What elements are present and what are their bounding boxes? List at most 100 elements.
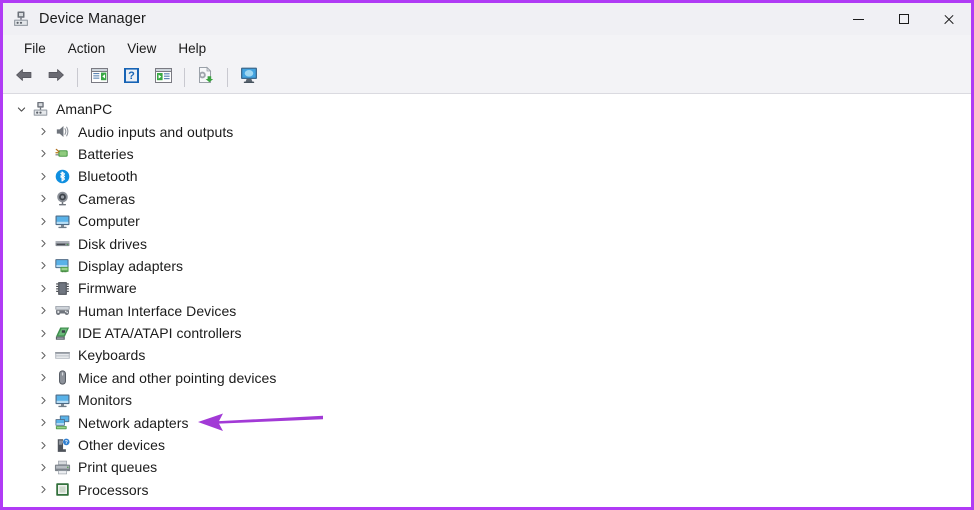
battery-icon: [53, 145, 71, 163]
tree-item-disk-drives[interactable]: Disk drives: [3, 232, 971, 254]
minimize-button[interactable]: [836, 3, 881, 35]
scan-hardware-changes-button[interactable]: [234, 65, 264, 91]
properties-button[interactable]: [148, 65, 178, 91]
tree-item-bluetooth[interactable]: Bluetooth: [3, 165, 971, 187]
speaker-icon: [53, 123, 71, 141]
tree-item-label: Processors: [78, 481, 149, 498]
tree-item-network-adapters[interactable]: Network adapters: [3, 411, 971, 433]
back-arrow-icon: [14, 67, 34, 88]
maximize-button[interactable]: [881, 3, 926, 35]
chevron-right-icon[interactable]: [35, 418, 51, 427]
ide-controller-icon: [53, 324, 71, 342]
chevron-right-icon[interactable]: [35, 373, 51, 382]
tree-item-label: IDE ATA/ATAPI controllers: [78, 325, 242, 342]
tree-item-display-adapters[interactable]: Display adapters: [3, 255, 971, 277]
tree-item-firmware[interactable]: Firmware: [3, 277, 971, 299]
help-button[interactable]: ?: [116, 65, 146, 91]
chevron-right-icon[interactable]: [35, 239, 51, 248]
update-driver-icon: [196, 66, 216, 89]
close-icon: [943, 13, 955, 25]
forward-arrow-icon: [46, 67, 66, 88]
disk-drive-icon: [53, 235, 71, 253]
tree-item-ide-ata-atapi-controllers[interactable]: IDE ATA/ATAPI controllers: [3, 322, 971, 344]
tree-item-label: Print queues: [78, 459, 158, 476]
toolbar: ?: [3, 62, 971, 94]
tree-item-computer[interactable]: Computer: [3, 210, 971, 232]
tree-item-print-queues[interactable]: Print queues: [3, 456, 971, 478]
device-tree[interactable]: AmanPC Audio inputs and outputs Batterie…: [3, 94, 971, 507]
chevron-down-icon[interactable]: [13, 105, 29, 114]
chevron-right-icon[interactable]: [35, 217, 51, 226]
chevron-right-icon[interactable]: [35, 306, 51, 315]
close-button[interactable]: [926, 3, 971, 35]
tree-item-label: Display adapters: [78, 257, 184, 274]
menu-help[interactable]: Help: [167, 38, 217, 59]
keyboard-icon: [53, 346, 71, 364]
monitor-icon: [53, 212, 71, 230]
tree-item-label: Network adapters: [78, 414, 189, 431]
tree-item-label: Mice and other pointing devices: [78, 369, 277, 386]
tree-item-label: Audio inputs and outputs: [78, 123, 234, 140]
svg-text:?: ?: [64, 439, 67, 445]
tree-item-mice-and-other-pointing-devices[interactable]: Mice and other pointing devices: [3, 367, 971, 389]
toolbar-separator-2: [184, 68, 185, 87]
chevron-right-icon[interactable]: [35, 194, 51, 203]
monitor-icon: [53, 391, 71, 409]
mouse-icon: [53, 369, 71, 387]
firmware-chip-icon: [53, 279, 71, 297]
tree-item-keyboards[interactable]: Keyboards: [3, 344, 971, 366]
menu-file[interactable]: File: [13, 38, 57, 59]
tree-item-processors[interactable]: Processors: [3, 479, 971, 501]
chevron-right-icon[interactable]: [35, 127, 51, 136]
bluetooth-icon: [53, 167, 71, 185]
printer-icon: [53, 458, 71, 476]
camera-icon: [53, 190, 71, 208]
chevron-right-icon[interactable]: [35, 261, 51, 270]
chevron-right-icon[interactable]: [35, 329, 51, 338]
update-driver-button[interactable]: [191, 65, 221, 91]
chevron-right-icon[interactable]: [35, 172, 51, 181]
tree-item-audio-inputs-and-outputs[interactable]: Audio inputs and outputs: [3, 120, 971, 142]
menu-view[interactable]: View: [116, 38, 167, 59]
tree-item-other-devices[interactable]: ? Other devices: [3, 434, 971, 456]
network-adapter-icon: [53, 414, 71, 432]
show-hide-console-tree-button[interactable]: [84, 65, 114, 91]
show-hide-console-tree-icon: [90, 67, 109, 89]
hid-icon: [53, 302, 71, 320]
tree-item-cameras[interactable]: Cameras: [3, 188, 971, 210]
tree-item-label: Bluetooth: [78, 168, 138, 185]
tree-item-human-interface-devices[interactable]: Human Interface Devices: [3, 300, 971, 322]
menu-bar: File Action View Help: [3, 35, 971, 62]
tree-root-label: AmanPC: [56, 101, 113, 118]
properties-icon: [154, 67, 173, 89]
minimize-icon: [853, 18, 864, 20]
window-controls: [836, 3, 971, 35]
chevron-right-icon[interactable]: [35, 441, 51, 450]
display-adapter-icon: [53, 257, 71, 275]
device-manager-window: Device Manager File Action View Help ? A…: [0, 0, 974, 510]
tree-item-label: Batteries: [78, 145, 134, 162]
forward-button[interactable]: [41, 65, 71, 91]
chevron-right-icon[interactable]: [35, 463, 51, 472]
menu-action[interactable]: Action: [57, 38, 117, 59]
tree-item-label: Monitors: [78, 392, 133, 409]
chevron-right-icon[interactable]: [35, 396, 51, 405]
processor-icon: [53, 481, 71, 499]
chevron-right-icon[interactable]: [35, 485, 51, 494]
chevron-right-icon[interactable]: [35, 149, 51, 158]
chevron-right-icon[interactable]: [35, 284, 51, 293]
chevron-right-icon[interactable]: [35, 351, 51, 360]
tree-item-label: Keyboards: [78, 347, 146, 364]
toolbar-separator-3: [227, 68, 228, 87]
tree-item-monitors[interactable]: Monitors: [3, 389, 971, 411]
maximize-icon: [898, 14, 909, 24]
title-bar: Device Manager: [3, 3, 971, 35]
scan-hardware-changes-icon: [239, 66, 260, 89]
tree-item-label: Disk drives: [78, 235, 148, 252]
tree-item-label: Computer: [78, 213, 140, 230]
tree-root-amanpc[interactable]: AmanPC: [3, 98, 971, 120]
tree-item-batteries[interactable]: Batteries: [3, 143, 971, 165]
back-button[interactable]: [9, 65, 39, 91]
window-title: Device Manager: [39, 11, 146, 27]
device-manager-icon: [12, 10, 30, 28]
